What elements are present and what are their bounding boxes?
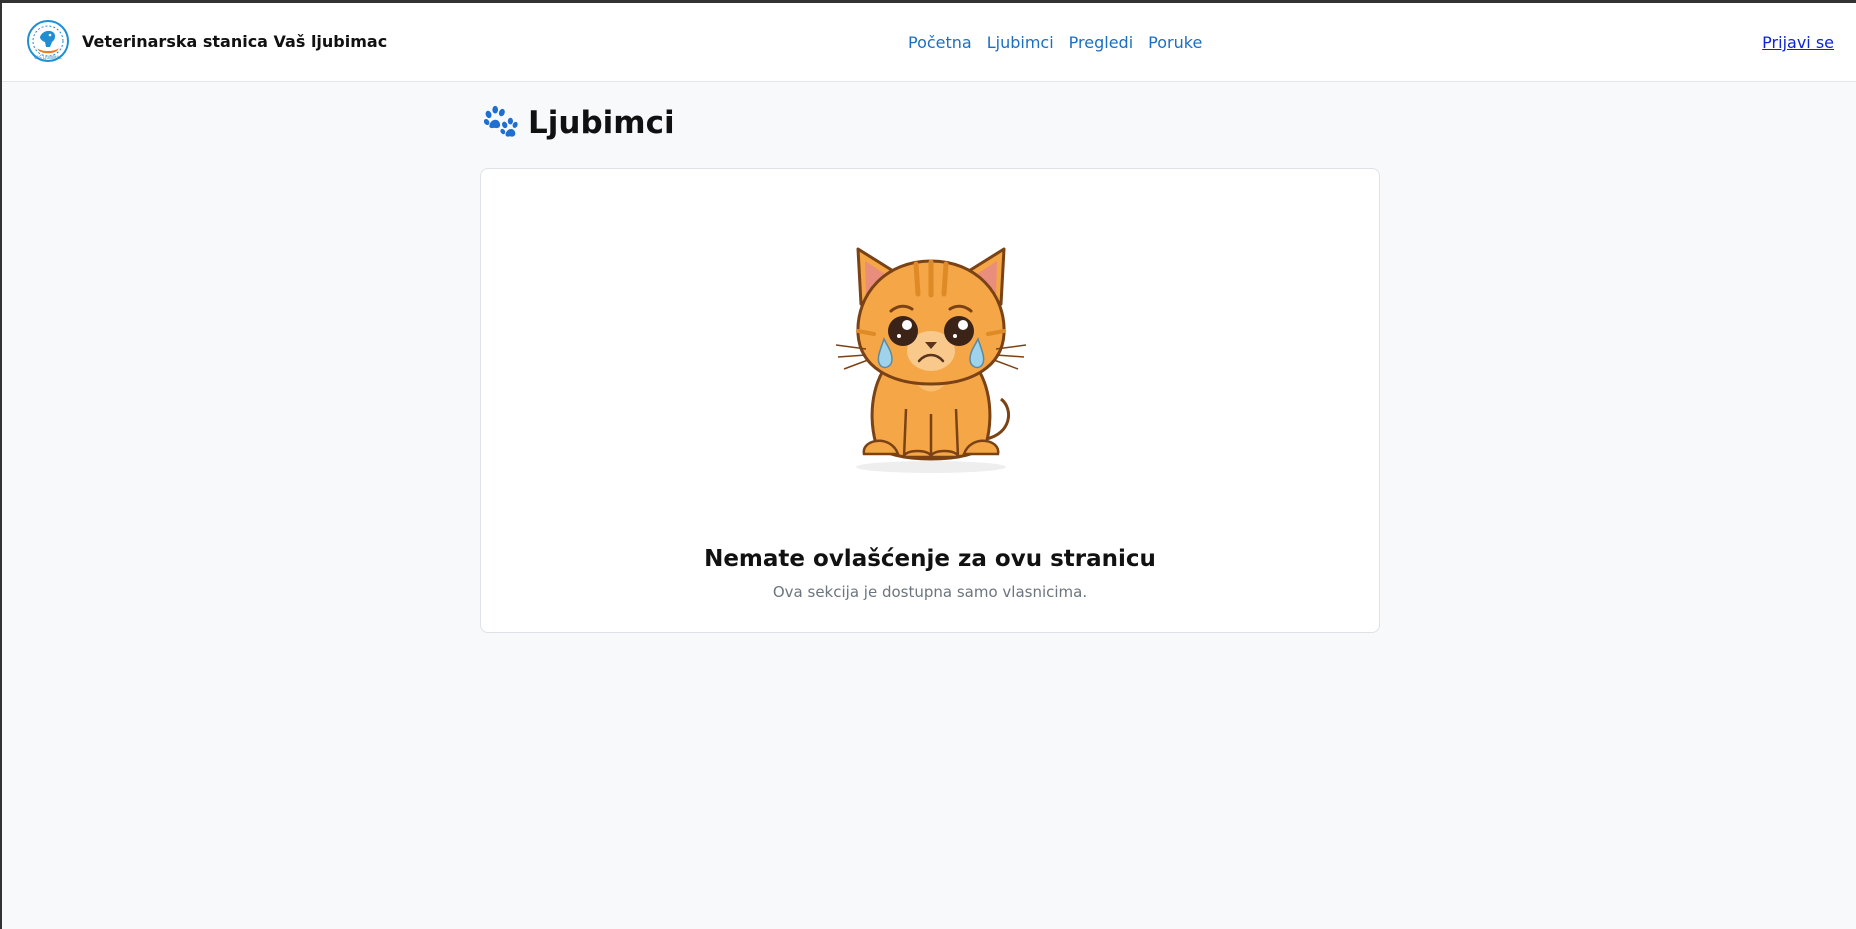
veterinary-logo-icon: VAŠ LJUBIMAC <box>27 20 69 62</box>
login-link[interactable]: Prijavi se <box>1762 33 1834 52</box>
nav-link-pregledi[interactable]: Pregledi <box>1069 33 1133 52</box>
sad-cat-icon <box>836 247 1026 473</box>
svg-text:VAŠ LJUBIMAC: VAŠ LJUBIMAC <box>34 55 62 60</box>
paw-icon <box>483 105 518 137</box>
nav-link-ljubimci[interactable]: Ljubimci <box>987 33 1054 52</box>
page-title: Ljubimci <box>480 104 675 142</box>
unauthorized-title: Nemate ovlašćenje za ovu stranicu <box>704 546 1156 572</box>
navbar: VAŠ LJUBIMAC Veterinarska stanica Vaš lj… <box>2 3 1856 82</box>
unauthorized-card: Nemate ovlašćenje za ovu stranicu Ova se… <box>480 168 1380 633</box>
nav-link-poruke[interactable]: Poruke <box>1148 33 1202 52</box>
page-title-text: Ljubimci <box>528 105 675 141</box>
unauthorized-subtitle: Ova sekcija je dostupna samo vlasnicima. <box>772 583 1088 601</box>
brand[interactable]: VAŠ LJUBIMAC Veterinarska stanica Vaš lj… <box>26 19 387 63</box>
nav-link-pocetna[interactable]: Početna <box>908 33 972 52</box>
main-nav: Početna Ljubimci Pregledi Poruke <box>908 33 1202 52</box>
brand-name: Veterinarska stanica Vaš ljubimac <box>82 31 388 51</box>
